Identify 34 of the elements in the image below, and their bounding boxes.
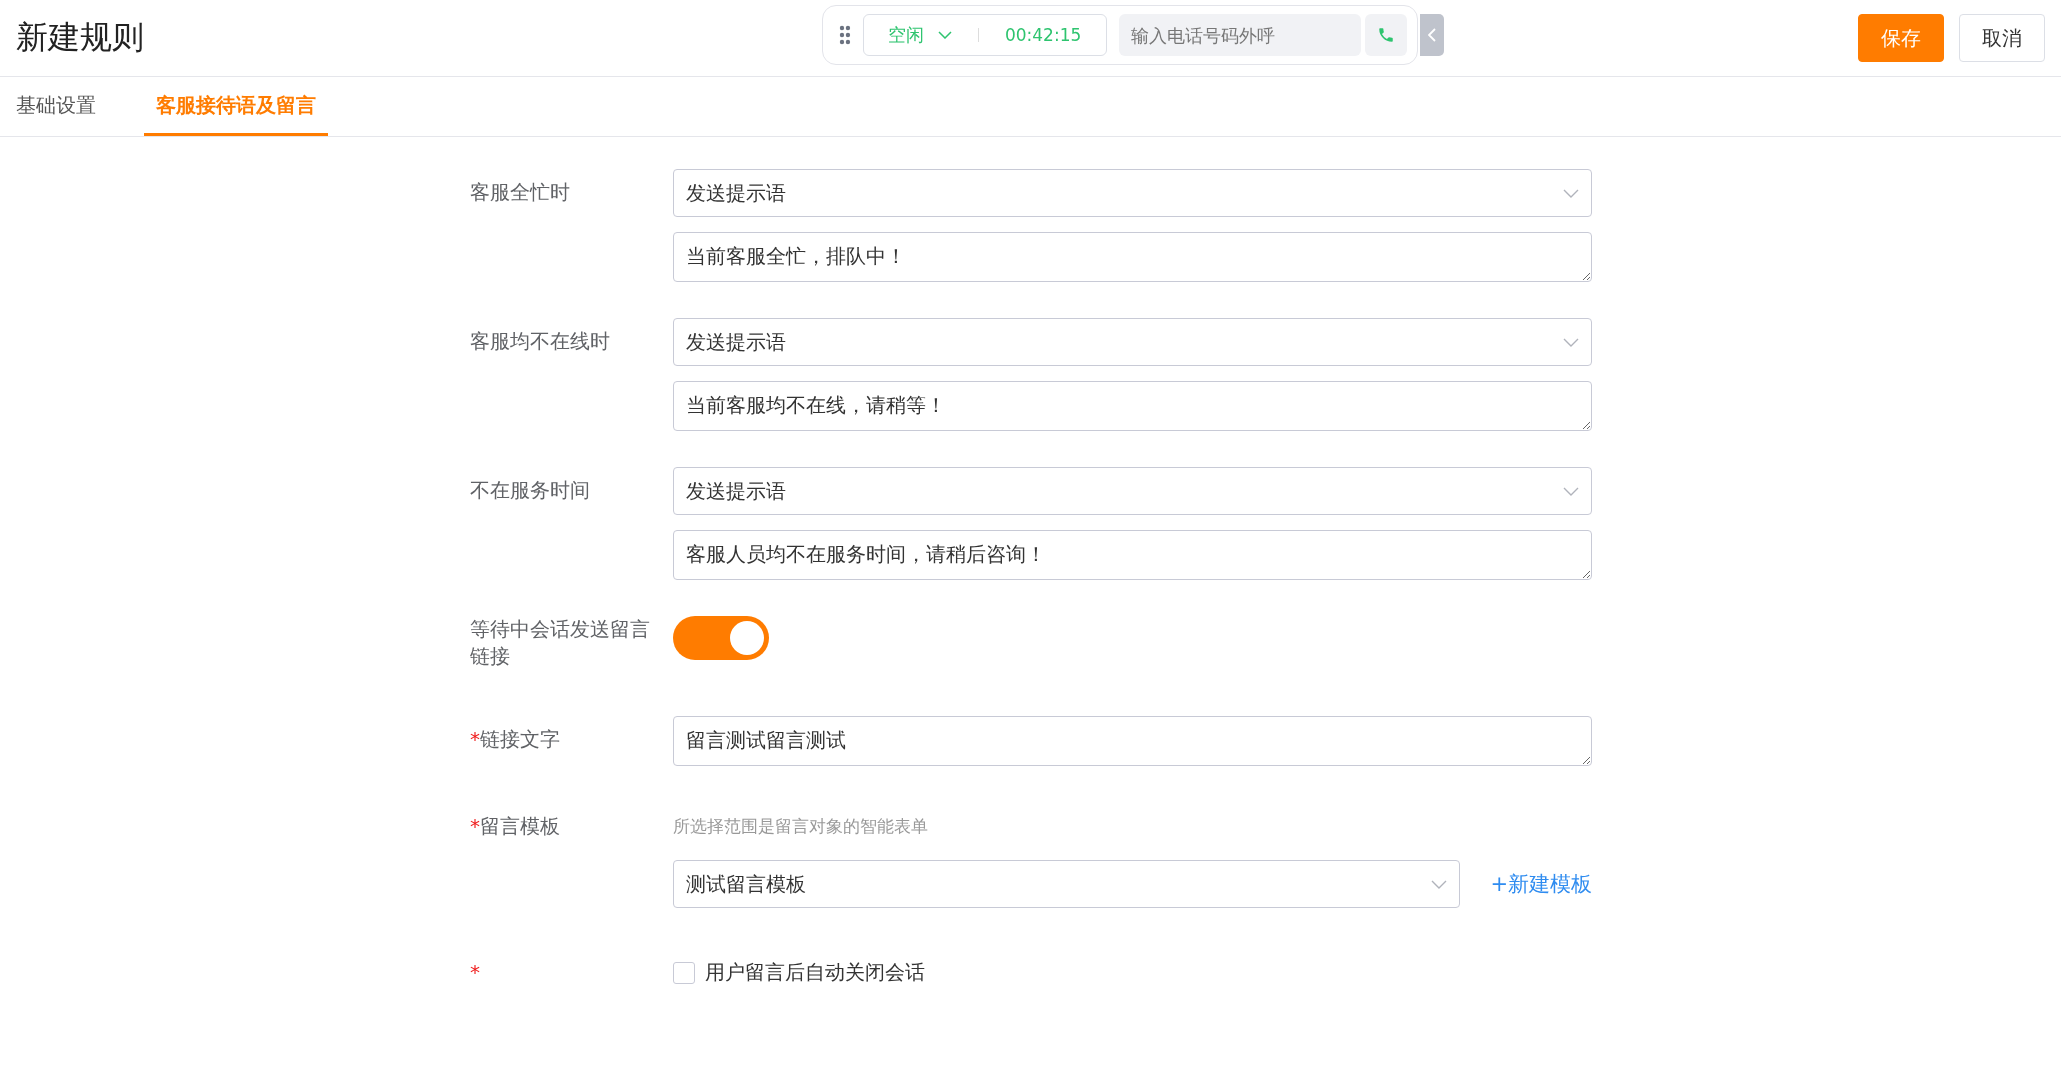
message-textarea[interactable]: 当前客服全忙，排队中！ [673,232,1592,282]
select-dropdown[interactable]: 发送提示语 [673,169,1592,217]
chevron-left-icon [1428,28,1436,42]
select-dropdown[interactable]: 发送提示语 [673,467,1592,515]
checkbox[interactable] [673,961,695,984]
phone-input[interactable]: 输入电话号码外呼 [1119,14,1361,56]
field-label: * [470,959,481,986]
tab[interactable]: 基础设置 [16,77,108,136]
chevron-down-icon [937,31,952,39]
template-dropdown[interactable]: 测试留言模板 [673,860,1461,908]
chevron-down-icon [1563,188,1579,198]
toggle-switch[interactable] [673,616,769,660]
phone-icon [1377,26,1395,44]
call-button[interactable] [1365,14,1407,56]
field-label: 客服全忙时 [470,179,571,206]
select-dropdown[interactable]: 发送提示语 [673,318,1592,366]
cancel-button[interactable]: 取消 [1959,14,2045,62]
chevron-down-icon [1563,486,1579,496]
field-label: 等待中会话发送留言链接 [470,616,651,670]
field-label: 客服均不在线时 [470,328,611,355]
message-textarea[interactable]: 当前客服均不在线，请稍等！ [673,381,1592,431]
collapse-button[interactable] [1420,14,1444,56]
field-label: *留言模板 [470,813,561,840]
field-label: 不在服务时间 [470,477,591,504]
call-timer: 00:42:15 [1004,25,1082,45]
drag-handle-icon[interactable] [839,25,851,45]
hint-text: 所选择范围是留言对象的智能表单 [673,815,929,838]
checkbox-label: 用户留言后自动关闭会话 [705,959,925,986]
page-title: 新建规则 [16,17,144,58]
message-textarea[interactable]: 客服人员均不在服务时间，请稍后咨询！ [673,530,1592,580]
chevron-down-icon [1431,879,1448,889]
link-text-textarea[interactable]: 留言测试留言测试 [673,716,1592,766]
field-label: *链接文字 [470,726,561,753]
chevron-down-icon [1563,337,1579,347]
